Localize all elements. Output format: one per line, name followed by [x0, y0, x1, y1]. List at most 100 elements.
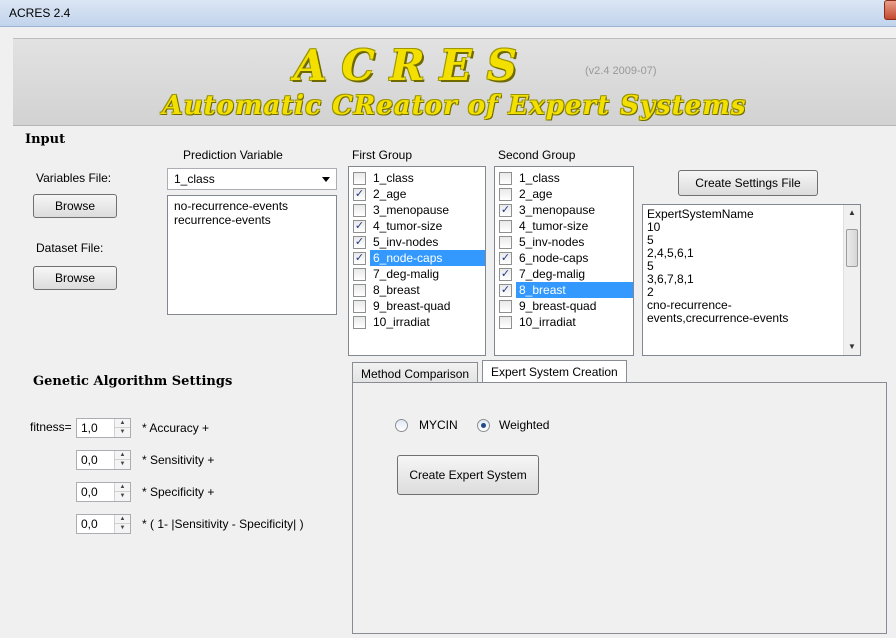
checklist-item[interactable]: 1_class: [495, 170, 633, 186]
checkbox-checked[interactable]: ✓: [353, 220, 366, 233]
checkbox-checked[interactable]: ✓: [353, 188, 366, 201]
expert-system-creation-panel: MYCIN Weighted Create Expert System: [352, 382, 887, 634]
second-group-list[interactable]: 1_class 2_age ✓ 3_menopause 4_tumor-size 5_in…: [494, 166, 634, 356]
checklist-item-label: 6_node-caps: [370, 250, 485, 266]
genetic-section-title: Genetic Algorithm Settings: [33, 374, 233, 389]
checklist-item-label: 9_breast-quad: [373, 299, 451, 313]
checkbox[interactable]: [499, 300, 512, 313]
checkbox[interactable]: [499, 188, 512, 201]
checklist-item[interactable]: ✓ 6_node-caps: [495, 250, 633, 266]
checklist-item[interactable]: 1_class: [349, 170, 485, 186]
checkbox-checked[interactable]: ✓: [499, 284, 512, 297]
settings-line: 10: [647, 220, 661, 234]
checkbox-checked[interactable]: ✓: [499, 252, 512, 265]
checklist-item[interactable]: 9_breast-quad: [349, 298, 485, 314]
second-group-label: Second Group: [498, 148, 576, 162]
checkbox[interactable]: [499, 172, 512, 185]
checklist-item[interactable]: 7_deg-malig: [349, 266, 485, 282]
checklist-item-label: 3_menopause: [519, 203, 596, 217]
fitness-weight-value: 1,0: [81, 421, 98, 435]
dataset-browse-button[interactable]: Browse: [33, 266, 117, 290]
checklist-item[interactable]: 5_inv-nodes: [495, 234, 633, 250]
mycin-radio[interactable]: [395, 419, 408, 432]
variables-browse-button[interactable]: Browse: [33, 194, 117, 218]
checklist-item-label: 3_menopause: [373, 203, 450, 217]
checkbox-checked[interactable]: ✓: [353, 236, 366, 249]
checklist-item[interactable]: 10_irradiat: [349, 314, 485, 330]
checklist-item[interactable]: 3_menopause: [349, 202, 485, 218]
spin-down-icon[interactable]: ▼: [115, 460, 130, 469]
checklist-item-label: 8_breast: [373, 283, 420, 297]
spin-up-icon[interactable]: ▲: [115, 483, 130, 492]
checkbox[interactable]: [353, 284, 366, 297]
checklist-item[interactable]: ✓ 6_node-caps: [349, 250, 485, 266]
checkbox-checked[interactable]: ✓: [353, 252, 366, 265]
checklist-item-label: 5_inv-nodes: [373, 235, 439, 249]
spinner-buttons[interactable]: ▲ ▼: [114, 515, 130, 533]
spin-up-icon[interactable]: ▲: [115, 419, 130, 428]
checkbox-checked[interactable]: ✓: [499, 268, 512, 281]
scroll-up-icon[interactable]: ▲: [844, 205, 860, 221]
spinner-buttons[interactable]: ▲ ▼: [114, 451, 130, 469]
create-settings-file-button[interactable]: Create Settings File: [678, 170, 818, 196]
checklist-item-label: 6_node-caps: [519, 251, 589, 265]
tab-expert-system-creation[interactable]: Expert System Creation: [482, 360, 627, 384]
spin-down-icon[interactable]: ▼: [115, 492, 130, 501]
fitness-weight-value: 0,0: [81, 485, 98, 499]
checklist-item[interactable]: 9_breast-quad: [495, 298, 633, 314]
fitness-weight-spinner[interactable]: 0,0 ▲ ▼: [76, 514, 131, 534]
checkbox[interactable]: [353, 300, 366, 313]
prediction-value-item: recurrence-events: [174, 213, 271, 227]
create-expert-system-button[interactable]: Create Expert System: [397, 455, 539, 495]
checklist-item[interactable]: ✓ 3_menopause: [495, 202, 633, 218]
scrollbar-thumb[interactable]: [846, 229, 858, 267]
checkbox[interactable]: [353, 172, 366, 185]
checkbox[interactable]: [499, 236, 512, 249]
fitness-weight-spinner[interactable]: 0,0 ▲ ▼: [76, 450, 131, 470]
checklist-item[interactable]: 2_age: [495, 186, 633, 202]
checkbox[interactable]: [353, 316, 366, 329]
checklist-item[interactable]: ✓ 8_breast: [495, 282, 633, 298]
spinner-buttons[interactable]: ▲ ▼: [114, 419, 130, 437]
checklist-item[interactable]: ✓ 2_age: [349, 186, 485, 202]
checkbox[interactable]: [499, 316, 512, 329]
settings-scrollbar[interactable]: ▲ ▼: [843, 205, 860, 355]
fitness-term-label: * Specificity +: [142, 485, 215, 499]
checklist-item[interactable]: ✓ 5_inv-nodes: [349, 234, 485, 250]
checkbox[interactable]: [499, 220, 512, 233]
spinner-buttons[interactable]: ▲ ▼: [114, 483, 130, 501]
checklist-item[interactable]: 8_breast: [349, 282, 485, 298]
tab-method-comparison[interactable]: Method Comparison: [352, 362, 479, 384]
checkbox[interactable]: [353, 268, 366, 281]
checklist-item[interactable]: ✓ 4_tumor-size: [349, 218, 485, 234]
checklist-item[interactable]: 4_tumor-size: [495, 218, 633, 234]
checklist-item-label: 10_irradiat: [373, 315, 430, 329]
settings-textarea[interactable]: ExpertSystemName 10 5 2,4,5,6,1 5 3,6,7,8,1 2 c…: [642, 204, 861, 356]
fitness-weight-spinner[interactable]: 0,0 ▲ ▼: [76, 482, 131, 502]
prediction-variable-select[interactable]: 1_class: [167, 168, 337, 190]
fitness-weight-value: 0,0: [81, 453, 98, 467]
weighted-radio[interactable]: [477, 419, 490, 432]
spin-down-icon[interactable]: ▼: [115, 524, 130, 533]
prediction-variable-label: Prediction Variable: [183, 148, 283, 162]
checklist-item[interactable]: 10_irradiat: [495, 314, 633, 330]
spin-up-icon[interactable]: ▲: [115, 451, 130, 460]
close-window-button[interactable]: [884, 0, 896, 20]
checklist-item-label: 10_irradiat: [519, 315, 576, 329]
first-group-list[interactable]: 1_class ✓ 2_age 3_menopause ✓ 4_tumor-size ✓ 5_…: [348, 166, 486, 356]
dataset-file-label: Dataset File:: [36, 241, 104, 255]
prediction-values-list[interactable]: no-recurrence-events recurrence-events: [167, 195, 337, 315]
variables-file-label: Variables File:: [36, 171, 112, 185]
prediction-variable-value: 1_class: [174, 172, 215, 186]
checkbox-checked[interactable]: ✓: [499, 204, 512, 217]
scroll-down-icon[interactable]: ▼: [844, 339, 860, 355]
spin-up-icon[interactable]: ▲: [115, 515, 130, 524]
chevron-down-icon: [322, 177, 330, 182]
settings-line: 2,4,5,6,1: [647, 246, 694, 260]
checkbox[interactable]: [353, 204, 366, 217]
checklist-item[interactable]: ✓ 7_deg-malig: [495, 266, 633, 282]
app-logo: ACRES: [293, 41, 533, 90]
fitness-weight-spinner[interactable]: 1,0 ▲ ▼: [76, 418, 131, 438]
checklist-item-label: 9_breast-quad: [519, 299, 597, 313]
spin-down-icon[interactable]: ▼: [115, 428, 130, 437]
